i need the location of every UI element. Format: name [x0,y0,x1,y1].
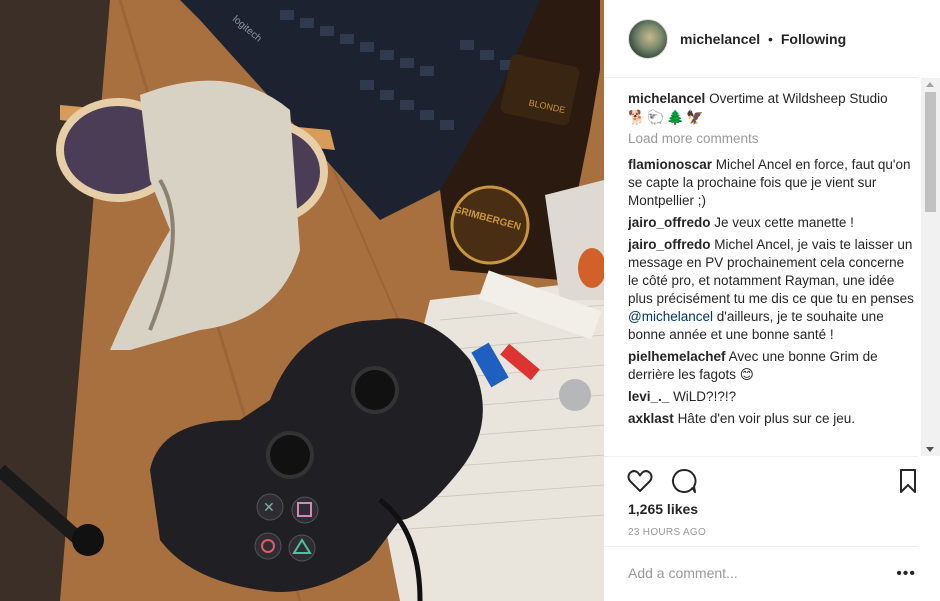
post-sidebar: michelancel • Following michelancel Over… [604,0,940,601]
caption-username-link[interactable]: michelancel [628,91,705,106]
comments-scrollbar[interactable] [921,78,940,456]
post-dialog: logitech GRIMBERGEN BLONDE ✕ michelancel… [0,0,940,601]
post-actions: 1,265 likes 23 HOURS AGO [604,456,918,546]
post-header: michelancel • Following [604,0,918,78]
header-text: michelancel • Following [680,31,846,47]
bookmark-icon[interactable] [894,467,922,495]
comment-username-link[interactable]: jairo_offredo [628,237,711,252]
scroll-down-arrow-icon[interactable] [926,447,934,452]
list-item: jairo_offredo Michel Ancel, je vais te l… [628,236,918,344]
comment-username-link[interactable]: jairo_offredo [628,215,711,230]
avatar[interactable] [628,18,668,59]
header-separator: • [768,30,773,47]
svg-text:✕: ✕ [263,500,275,516]
scroll-up-arrow-icon[interactable] [926,82,934,87]
caption-emojis: 🐕🐑🌲🦅 [628,109,706,125]
more-options-icon[interactable]: ••• [896,565,916,583]
list-item: pielhemelachef Avec une bonne Grim de de… [628,348,918,384]
add-comment-bar: Add a comment... ••• [604,546,918,601]
post-timestamp[interactable]: 23 HOURS AGO [628,527,706,538]
caption-text: Overtime at Wildsheep Studio [709,91,888,106]
heart-icon[interactable] [626,467,654,495]
comment-username-link[interactable]: levi_._ [628,389,669,404]
comment-text: WiLD?!?!? [673,389,737,404]
comment-icon[interactable] [670,467,698,495]
list-item: axklast Hâte d'en voir plus sur ce jeu. [628,410,918,428]
header-username-link[interactable]: michelancel [680,31,760,47]
action-icons [626,467,916,495]
comments-list[interactable]: michelancel Overtime at Wildsheep Studio… [628,90,918,456]
likes-count[interactable]: 1,265 likes [628,501,698,517]
comment-username-link[interactable]: axklast [628,411,674,426]
scroll-thumb[interactable] [925,92,936,212]
list-item: jairo_offredo Je veux cette manette ! [628,214,918,232]
comment-text: Hâte d'en voir plus sur ce jeu. [677,411,855,426]
mention-link[interactable]: @michelancel [628,309,713,324]
load-more-comments-button[interactable]: Load more comments [628,130,918,148]
caption: michelancel Overtime at Wildsheep Studio… [628,90,918,126]
comment-text: Je veux cette manette ! [714,215,854,230]
comment-username-link[interactable]: pielhemelachef [628,349,726,364]
add-comment-input[interactable]: Add a comment... [628,565,738,581]
list-item: levi_._ WiLD?!?!? [628,388,918,406]
photo-illustration: logitech GRIMBERGEN BLONDE ✕ [0,0,604,601]
post-photo[interactable]: logitech GRIMBERGEN BLONDE ✕ [0,0,604,601]
comment-username-link[interactable]: flamionoscar [628,157,712,172]
list-item: flamionoscar Michel Ancel en force, faut… [628,156,918,210]
following-button[interactable]: Following [781,31,846,47]
